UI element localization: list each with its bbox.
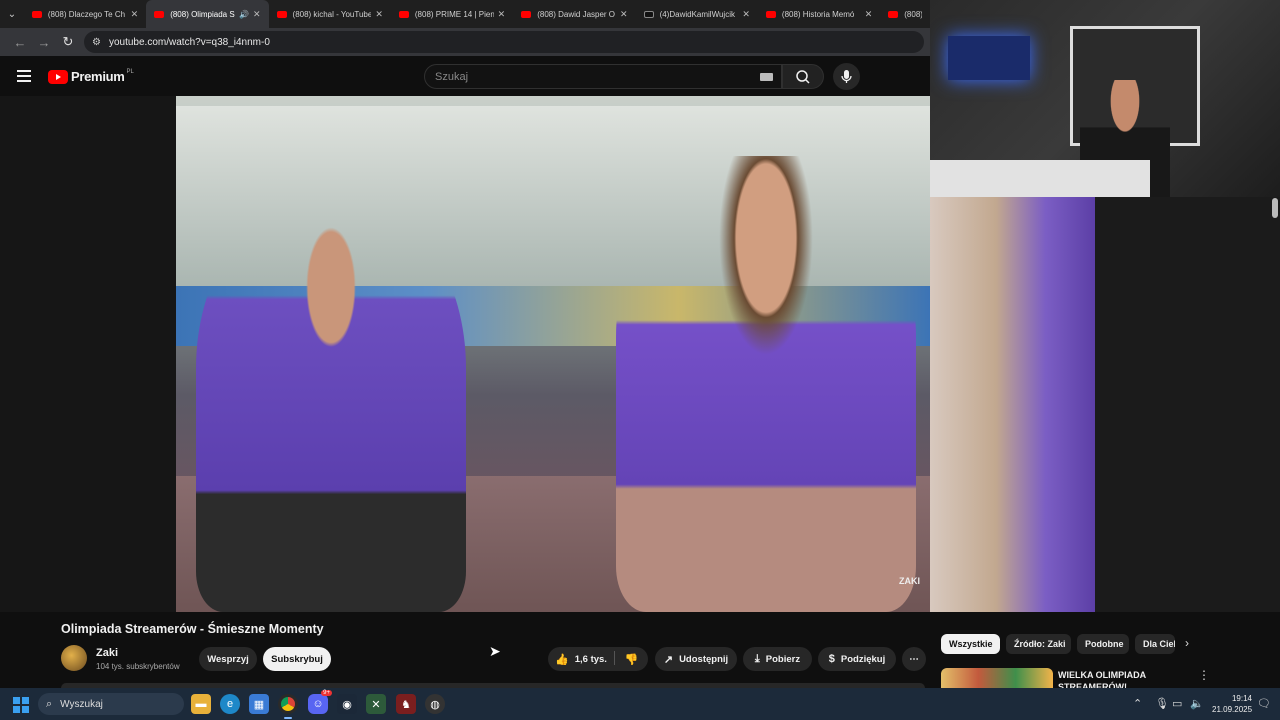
close-tab-icon[interactable]: ✕	[131, 9, 139, 20]
close-tab-icon[interactable]: ✕	[865, 9, 873, 20]
notification-icon[interactable]: 🗨	[1257, 697, 1271, 710]
system-clock[interactable]: 19:14 21.09.2025	[1212, 693, 1252, 715]
chip-for-you[interactable]: Dla Ciebie	[1135, 634, 1175, 654]
forward-arrow-icon[interactable]: →	[32, 35, 56, 50]
streamer-webcam-overlay	[930, 0, 1280, 197]
tiktok-favicon-icon	[643, 10, 654, 18]
microphone-icon	[841, 70, 852, 83]
chrome-browser-icon[interactable]	[278, 694, 298, 719]
recommendation-thumbnail[interactable]	[941, 668, 1053, 688]
volume-icon[interactable]: 🔈	[1190, 697, 1204, 710]
recommendation-title[interactable]: WIELKA OLIMPIADA STREAMERÓW!	[1058, 669, 1178, 688]
search-input[interactable]: Szukaj	[424, 64, 782, 89]
browser-tab[interactable]: (808) Dawid Jasper O ✕	[513, 0, 635, 28]
browser-tab-active[interactable]: (808) Olimpiada S 🔊 ✕	[146, 0, 269, 28]
youtube-header: Premium PL Szukaj	[0, 56, 930, 96]
back-arrow-icon[interactable]: ←	[8, 35, 32, 50]
taskbar-search-input[interactable]: ⌕ Wyszukaj	[38, 693, 184, 715]
close-tab-icon[interactable]: ✕	[253, 9, 261, 20]
webcam-monitor-glow	[948, 36, 1030, 80]
browser-tab[interactable]: (808) kichal - YouTube ✕	[269, 0, 391, 28]
video-watermark: ZAKI	[899, 576, 920, 586]
youtube-favicon-icon	[765, 10, 776, 18]
hamburger-menu-icon[interactable]	[17, 70, 31, 85]
video-title: Olimpiada Streamerów - Śmieszne Momenty	[61, 622, 324, 636]
browser-tab[interactable]: (808)	[880, 0, 930, 28]
edge-browser-icon[interactable]: e	[220, 694, 240, 714]
site-info-icon[interactable]: ⚙	[92, 37, 101, 48]
video-frame-person-edge	[930, 197, 1095, 612]
more-horizontal-icon: ⋯	[909, 653, 919, 665]
subscribe-button[interactable]: Subskrybuj	[263, 647, 331, 671]
steam-icon[interactable]: ◉	[337, 694, 357, 714]
reload-icon[interactable]: ↻	[56, 34, 80, 50]
youtube-favicon-icon	[888, 10, 899, 18]
close-tab-icon[interactable]: ✕	[742, 9, 750, 20]
game-launcher-icon[interactable]: ♞	[396, 694, 416, 714]
close-tab-icon[interactable]: ✕	[620, 9, 628, 20]
dislike-button[interactable]: 👎	[615, 647, 648, 671]
youtube-favicon-icon	[31, 10, 42, 18]
webcam-desk	[930, 160, 1150, 197]
chip-related[interactable]: Podobne	[1077, 634, 1129, 654]
youtube-favicon-icon	[398, 10, 409, 18]
video-frame-person-right	[616, 156, 916, 612]
search-icon: ⌕	[46, 697, 53, 710]
thumbs-down-icon: 👎	[624, 653, 639, 666]
subscriber-count: 104 tys. subskrybentów	[96, 662, 180, 671]
page-background-right	[1095, 197, 1280, 612]
file-explorer-icon[interactable]: ▬	[191, 694, 211, 714]
download-icon: ⤓	[754, 652, 760, 665]
chip-from-zaki[interactable]: Źródło: Zaki	[1006, 634, 1071, 654]
url-field[interactable]: ⚙ youtube.com/watch?v=q38_i4nnm-0	[84, 31, 924, 53]
browser-tab[interactable]: (808) PRIME 14 | Pien ✕	[391, 0, 513, 28]
windows-start-icon[interactable]	[13, 697, 29, 713]
obs-studio-icon[interactable]: ◍	[425, 694, 445, 714]
browser-tab[interactable]: (808) Historia Memó ✕	[758, 0, 880, 28]
microsoft-store-icon[interactable]: ▦	[249, 694, 269, 714]
close-tab-icon[interactable]: ✕	[375, 9, 383, 20]
video-player[interactable]: ZAKI	[176, 96, 930, 612]
youtube-favicon-icon	[276, 10, 287, 18]
close-tab-icon[interactable]: ✕	[498, 9, 506, 20]
channel-avatar[interactable]	[61, 645, 87, 671]
share-button[interactable]: ↗ Udostępnij	[655, 647, 737, 671]
network-icon[interactable]: ▭	[1172, 697, 1182, 710]
kebab-menu-icon[interactable]: ⋮	[1198, 668, 1210, 682]
search-icon	[796, 70, 810, 84]
speaker-icon[interactable]: 🔊	[239, 10, 249, 19]
youtube-favicon-icon	[521, 10, 532, 18]
microphone-tray-icon[interactable]: 🎙	[1155, 697, 1169, 710]
chip-all[interactable]: Wszystkie	[941, 634, 1000, 654]
thanks-button[interactable]: $ Podziękuj	[818, 647, 896, 671]
chevron-right-icon[interactable]: ›	[1185, 636, 1189, 650]
address-toolbar: ← → ↻ ⚙ youtube.com/watch?v=q38_i4nnm-0	[0, 28, 930, 56]
support-button[interactable]: Wesprzyj	[199, 647, 257, 671]
tab-search-menu-button[interactable]: ⌄	[0, 0, 24, 28]
browser-tab[interactable]: (4)DawidKamilWujcik ✕	[636, 0, 758, 28]
youtube-premium-logo[interactable]: Premium PL	[48, 69, 134, 84]
search-button[interactable]	[782, 64, 824, 89]
thumbs-up-icon: 👍	[555, 653, 569, 666]
chevron-up-icon[interactable]: ⌃	[1133, 697, 1142, 710]
share-arrow-icon: ↗	[663, 653, 674, 666]
like-button[interactable]: 👍 1,6 tys.	[548, 647, 614, 671]
discord-icon[interactable]: ☺ 9+	[308, 690, 332, 714]
browser-tab[interactable]: (808) Dlaczego Te Ch ✕	[24, 0, 146, 28]
youtube-favicon-icon	[154, 10, 165, 18]
download-button[interactable]: ⤓ Pobierz	[743, 647, 812, 671]
browser-tab-strip: ⌄ (808) Dlaczego Te Ch ✕ (808) Olimpiada …	[0, 0, 930, 28]
xbox-app-icon[interactable]: ✕	[366, 694, 386, 714]
player-letterbox	[0, 96, 176, 612]
more-actions-button[interactable]: ⋯	[902, 647, 926, 671]
voice-search-button[interactable]	[833, 63, 860, 90]
thanks-heart-icon: $	[828, 653, 835, 665]
video-frame-person-left	[196, 206, 466, 612]
mouse-pointer-icon: ➤	[489, 643, 501, 659]
keyboard-icon[interactable]	[760, 73, 773, 81]
youtube-play-icon	[48, 69, 68, 84]
url-text: youtube.com/watch?v=q38_i4nnm-0	[108, 36, 270, 48]
channel-name[interactable]: Zaki	[96, 647, 118, 659]
page-scrollbar-thumb[interactable]	[1272, 198, 1278, 218]
